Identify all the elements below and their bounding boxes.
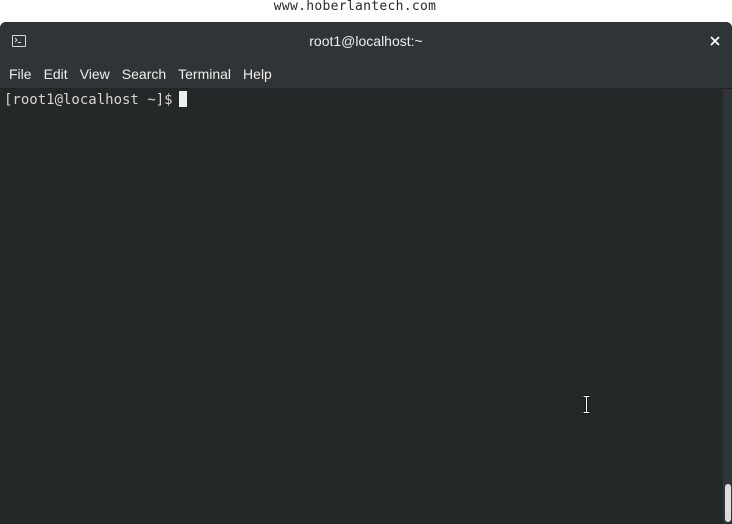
terminal-area[interactable]: [root1@localhost ~]$ (0, 89, 723, 524)
prompt-line: [root1@localhost ~]$ (4, 91, 187, 109)
menu-terminal[interactable]: Terminal (172, 60, 237, 88)
menu-bar: File Edit View Search Terminal Help (0, 60, 732, 89)
menu-file[interactable]: File (3, 60, 38, 88)
menu-search[interactable]: Search (116, 60, 172, 88)
title-bar: root1@localhost:~ (0, 22, 732, 60)
shell-prompt: [root1@localhost ~]$ (4, 92, 173, 108)
menu-help[interactable]: Help (237, 60, 278, 88)
terminal-window: root1@localhost:~ File Edit View Search … (0, 22, 732, 524)
ibeam-cursor-icon (581, 395, 592, 419)
close-icon[interactable] (707, 33, 723, 49)
menu-edit[interactable]: Edit (38, 60, 74, 88)
scrollbar-thumb[interactable] (725, 484, 731, 522)
text-cursor (178, 91, 187, 107)
window-title: root1@localhost:~ (309, 33, 423, 49)
scrollbar[interactable] (723, 89, 732, 524)
menu-view[interactable]: View (74, 60, 116, 88)
watermark-text: www.hoberlantech.com (273, 0, 437, 14)
